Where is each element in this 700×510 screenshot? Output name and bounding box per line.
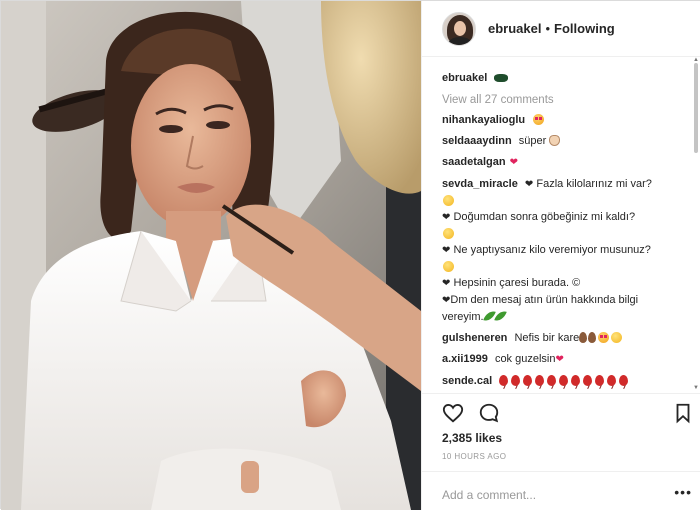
black-heart-emoji-icon: ❤	[524, 179, 534, 190]
comment-text-line: Fazla kilolarınız mi var?	[536, 178, 652, 190]
comment-username[interactable]: a.xii1999	[442, 353, 488, 365]
view-all-comments-link[interactable]: View all 27 comments	[442, 92, 688, 108]
balloon-emoji-icon	[595, 375, 605, 386]
balloon-emoji-icon	[583, 375, 593, 386]
comment-item: a.xii1999 cok guzelsin❤	[442, 351, 688, 368]
scrollbar-thumb[interactable]	[694, 63, 698, 153]
comment-item: sevda_miracle ❤ Fazla kilolarınız mi var…	[442, 176, 688, 325]
drop-emoji-icon	[579, 332, 588, 343]
balloon-emoji-icon	[511, 375, 521, 386]
sunglasses-emoji-icon	[494, 74, 509, 82]
comments-scrollbar[interactable]: ▲ ▼	[693, 57, 699, 391]
black-heart-emoji-icon: ❤	[442, 245, 451, 256]
scroll-down-icon[interactable]: ▼	[693, 385, 699, 391]
comment-item: seldaaaydinn süper	[442, 133, 688, 149]
leaf-emoji-icon	[482, 308, 496, 324]
bookmark-icon[interactable]	[672, 402, 694, 424]
comment-text: süper	[518, 135, 547, 147]
more-options-icon[interactable]: •••	[674, 484, 692, 500]
balloon-emoji-icon	[607, 375, 617, 386]
balloon-emoji-icon	[499, 375, 509, 386]
comment-username[interactable]: saadetalgan	[442, 156, 506, 168]
balloon-emoji-icon	[571, 375, 581, 386]
likes-count[interactable]: 2,385 likes	[442, 431, 502, 445]
comment-text-line: vereyim.	[442, 311, 484, 323]
caption-username[interactable]: ebruakel	[442, 72, 487, 84]
red-heart-emoji-icon: ❤	[509, 157, 518, 168]
heart-eyes-emoji-icon	[533, 114, 545, 125]
balloon-emoji-icon	[559, 375, 569, 386]
balloon-emoji-row	[499, 375, 631, 387]
comment-text-line: Ne yaptıysanız kilo veremiyor musunuz?	[453, 244, 651, 256]
comment-item: sende.cal	[442, 373, 688, 389]
comment-item: saadetalgan ❤	[442, 154, 688, 171]
comment-username[interactable]: gulsheneren	[442, 332, 507, 344]
balloon-emoji-icon	[619, 375, 629, 386]
drop-emoji-icon	[588, 332, 597, 343]
balloon-emoji-icon	[523, 375, 533, 386]
avatar[interactable]	[442, 11, 476, 46]
post-image	[1, 1, 421, 510]
comment-bubble-icon[interactable]	[478, 402, 500, 424]
comment-username[interactable]: seldaaaydinn	[442, 135, 512, 147]
comment-item: gulsheneren Nefis bir kare	[442, 330, 688, 346]
balloon-emoji-icon	[535, 375, 545, 386]
add-comment-input[interactable]	[442, 488, 662, 502]
comment-text-line: Doğumdan sonra göbeğiniz mi kaldı?	[453, 211, 636, 223]
add-comment-bar: •••	[422, 471, 700, 510]
worried-emoji-icon	[443, 261, 454, 272]
heart-eyes-emoji-icon	[598, 332, 610, 343]
balloon-emoji-icon	[547, 375, 557, 386]
post-caption: ebruakel	[442, 70, 688, 86]
smile-emoji-icon	[443, 195, 454, 206]
copyright-icon: ©	[572, 277, 581, 289]
header-username[interactable]: ebruakel	[488, 21, 541, 36]
black-heart-emoji-icon: ❤	[442, 212, 451, 223]
following-button[interactable]: Following	[554, 21, 615, 36]
red-heart-emoji-icon: ❤	[555, 354, 564, 365]
sad-emoji-icon	[443, 228, 454, 239]
comment-username[interactable]: sevda_miracle	[442, 178, 518, 190]
comment-item: nihankayalioglu	[442, 112, 688, 128]
comment-username[interactable]: nihankayalioglu	[442, 114, 525, 126]
comment-text: Nefis bir kare	[514, 332, 580, 344]
post-header: ebruakel • Following	[422, 1, 700, 57]
comment-text-line: Hepsinin çaresi burada.	[453, 277, 570, 289]
black-heart-emoji-icon: ❤	[442, 278, 451, 289]
post-sidebar: ebruakel • Following ebruakel View all 2…	[421, 1, 700, 510]
post-actions	[422, 393, 700, 429]
header-separator: •	[545, 21, 551, 36]
comment-text-line: Dm den mesaj atın ürün hakkında bilgi	[450, 294, 639, 306]
heart-outline-icon[interactable]	[442, 402, 464, 424]
comment-text: cok guzelsin	[494, 353, 556, 365]
post-timestamp[interactable]: 10 HOURS AGO	[442, 452, 506, 461]
post-photo[interactable]	[1, 1, 421, 510]
clap-emoji-icon	[549, 135, 561, 146]
comments-list[interactable]: ebruakel View all 27 comments nihankayal…	[422, 58, 700, 391]
smile-emoji-icon	[611, 332, 623, 343]
instagram-post-frame: ebruakel • Following ebruakel View all 2…	[0, 0, 700, 510]
comment-username[interactable]: sende.cal	[442, 375, 492, 387]
